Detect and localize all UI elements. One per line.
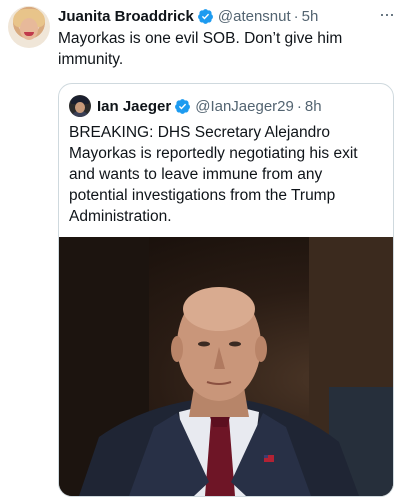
quoted-author-avatar[interactable] <box>69 95 91 117</box>
quoted-tweet-photo[interactable] <box>59 237 393 496</box>
separator-dot: · <box>293 7 299 25</box>
quoted-tweet-timestamp[interactable]: 8h <box>305 98 322 115</box>
author-name[interactable]: Juanita Broaddrick <box>58 8 194 25</box>
author-handle[interactable]: @atensnut <box>218 8 291 25</box>
verified-badge-icon <box>175 98 191 114</box>
tweet-text: Mayorkas is one evil SOB. Don’t give him… <box>58 30 343 68</box>
author-avatar[interactable] <box>8 6 50 48</box>
quoted-tweet-text: BREAKING: DHS Secretary Alejandro Mayork… <box>69 124 358 225</box>
quoted-tweet-header: Ian Jaeger @IanJaeger29 · 8h <box>97 96 322 116</box>
separator-dot: · <box>296 97 302 115</box>
tweet-header: Juanita Broaddrick @atensnut · 5h <box>58 6 318 26</box>
verified-badge-icon <box>197 8 213 24</box>
tweet[interactable]: Juanita Broaddrick @atensnut · 5h ··· Ma… <box>0 0 404 500</box>
more-options-icon[interactable]: ··· <box>379 4 395 25</box>
quoted-tweet-card[interactable]: Ian Jaeger @IanJaeger29 · 8h BREAKING: D… <box>58 83 394 497</box>
photo-illustration <box>59 237 393 496</box>
quoted-author-handle[interactable]: @IanJaeger29 <box>195 98 294 115</box>
quoted-author-name[interactable]: Ian Jaeger <box>97 98 171 115</box>
tweet-timestamp[interactable]: 5h <box>302 8 319 25</box>
